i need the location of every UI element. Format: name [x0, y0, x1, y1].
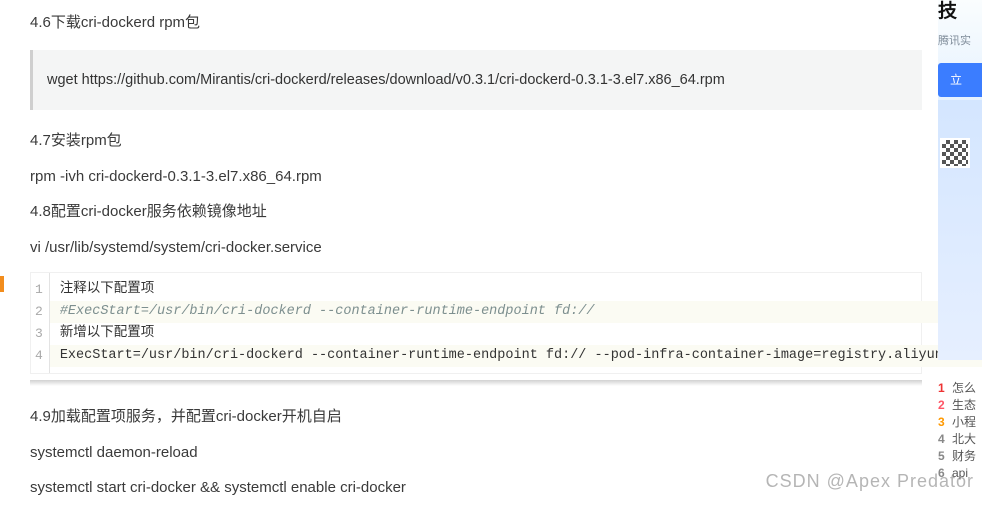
code-line: #ExecStart=/usr/bin/cri-dockerd --contai… — [50, 301, 982, 323]
hot-list-item[interactable]: 6 api — [938, 465, 982, 482]
hot-title: 财务 — [952, 448, 976, 465]
hot-title: 怎么 — [952, 380, 976, 397]
section-heading-47: 4.7安装rpm包 — [30, 128, 922, 154]
hot-list-item[interactable]: 2 生态 — [938, 397, 982, 414]
hot-title: 生态 — [952, 397, 976, 414]
hot-rank: 3 — [938, 414, 947, 431]
article-body: 4.6下载cri-dockerd rpm包 wget https://githu… — [0, 0, 932, 505]
command-quote: wget https://github.com/Mirantis/cri-doc… — [30, 50, 922, 111]
code-content: 注释以下配置项#ExecStart=/usr/bin/cri-dockerd -… — [49, 273, 982, 373]
right-rail: 技 腾讯实 立 1 怎么 2 生态 3 小程 4 北大 5 财务 6 api — [932, 0, 982, 505]
command-text: systemctl daemon-reload — [30, 440, 922, 466]
code-line: 注释以下配置项 — [50, 279, 982, 301]
hot-list-item[interactable]: 4 北大 — [938, 431, 982, 448]
hot-title: api — [952, 465, 968, 482]
code-gutter: 1234 — [31, 273, 49, 373]
code-line-number: 3 — [31, 323, 49, 345]
code-line: ExecStart=/usr/bin/cri-dockerd --contain… — [50, 345, 982, 367]
hot-list: 1 怎么 2 生态 3 小程 4 北大 5 财务 6 api — [938, 380, 982, 482]
qr-code-icon — [940, 138, 970, 168]
code-line-number: 1 — [31, 279, 49, 301]
ad-cta-button[interactable]: 立 — [938, 63, 982, 97]
code-line-number: 2 — [31, 301, 49, 323]
command-text: rpm -ivh cri-dockerd-0.3.1-3.el7.x86_64.… — [30, 164, 922, 190]
quote-text: wget https://github.com/Mirantis/cri-doc… — [47, 72, 725, 88]
hot-list-item[interactable]: 3 小程 — [938, 414, 982, 431]
command-text: vi /usr/lib/systemd/system/cri-docker.se… — [30, 235, 922, 261]
hot-rank: 2 — [938, 397, 947, 414]
hot-rank: 6 — [938, 465, 947, 482]
section-heading-46: 4.6下载cri-dockerd rpm包 — [30, 10, 922, 36]
rail-ad-card[interactable]: 技 腾讯实 立 — [938, 0, 982, 100]
code-block[interactable]: 1234 注释以下配置项#ExecStart=/usr/bin/cri-dock… — [30, 272, 922, 374]
hot-list-item[interactable]: 5 财务 — [938, 448, 982, 465]
highlight-marker — [0, 276, 4, 292]
ad-title: 技 — [938, 0, 982, 28]
hot-rank: 1 — [938, 380, 947, 397]
hot-title: 北大 — [952, 431, 976, 448]
ad-subtitle: 腾讯实 — [938, 32, 982, 51]
hot-rank: 4 — [938, 431, 947, 448]
code-shadow — [30, 380, 922, 386]
command-text: systemctl start cri-docker && systemctl … — [30, 475, 922, 501]
hot-title: 小程 — [952, 414, 976, 431]
section-heading-48: 4.8配置cri-docker服务依赖镜像地址 — [30, 199, 922, 225]
code-line-number: 4 — [31, 345, 49, 367]
section-heading-49: 4.9加载配置项服务，并配置cri-docker开机自启 — [30, 404, 922, 430]
hot-rank: 5 — [938, 448, 947, 465]
code-line: 新增以下配置项 — [50, 323, 982, 345]
hot-list-item[interactable]: 1 怎么 — [938, 380, 982, 397]
